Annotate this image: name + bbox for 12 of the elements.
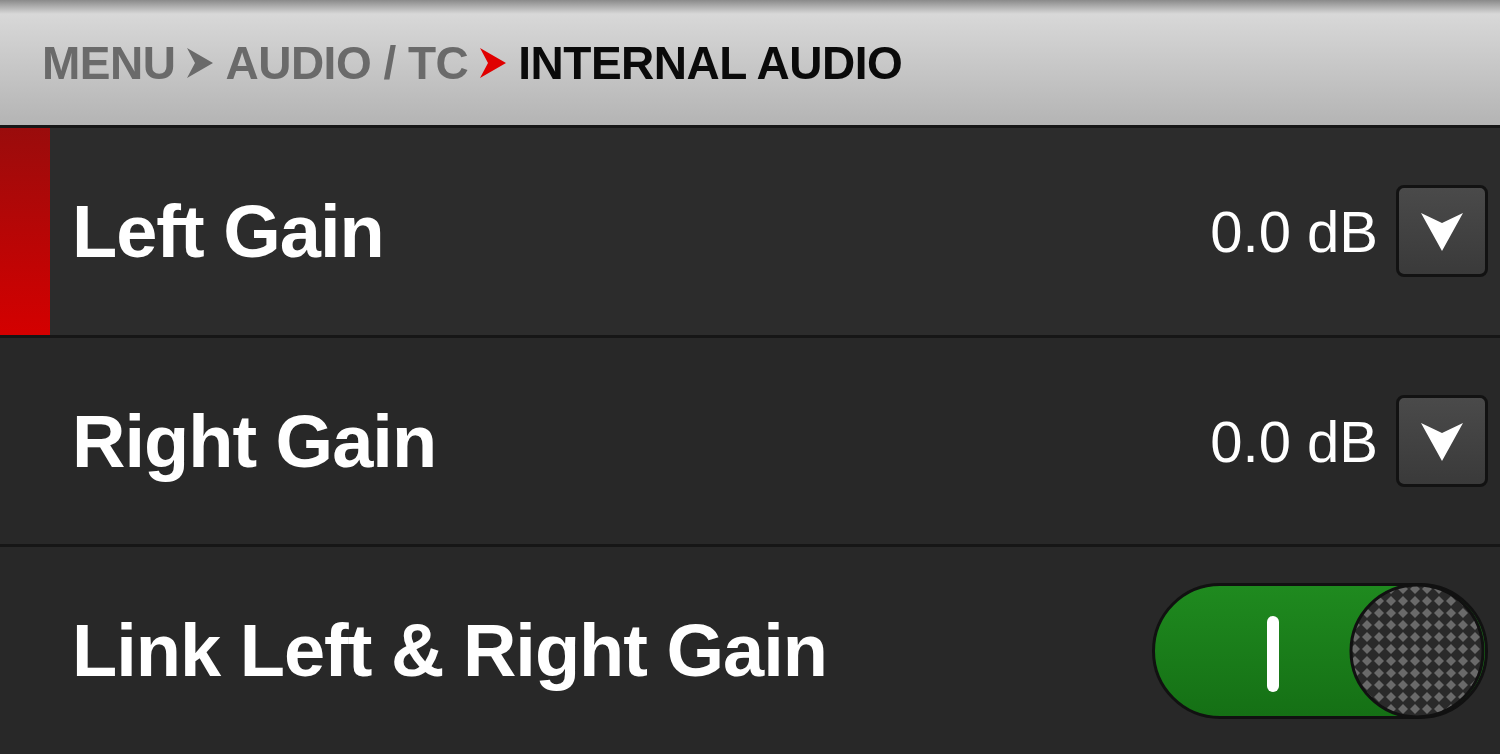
menu-row[interactable]: Right Gain 0.0 dB — [0, 334, 1500, 545]
breadcrumb-item[interactable]: INTERNAL AUDIO — [518, 35, 903, 90]
row-label: Left Gain — [72, 188, 385, 274]
dropdown-button[interactable] — [1396, 185, 1488, 278]
row-value: 0.0 dB — [1210, 197, 1378, 265]
on-indicator-icon — [1267, 615, 1279, 692]
menu-row[interactable]: Left Gain 0.0 dB — [0, 125, 1500, 335]
row-label: Link Left & Right Gain — [72, 608, 828, 694]
row-value: 0.0 dB — [1210, 407, 1378, 475]
menu-row[interactable]: Link Left & Right Gain — [0, 544, 1500, 754]
row-label: Right Gain — [72, 398, 438, 484]
dropdown-button[interactable] — [1396, 395, 1488, 487]
